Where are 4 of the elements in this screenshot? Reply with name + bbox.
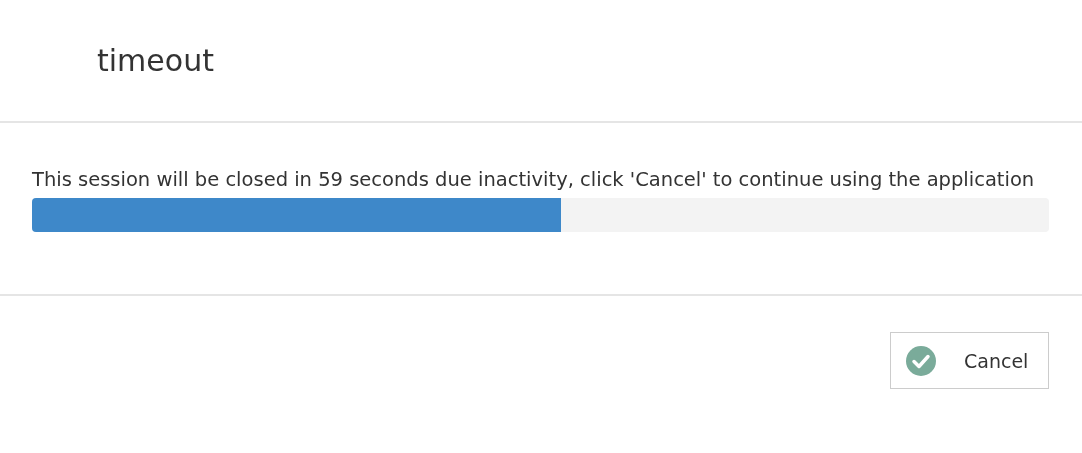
timeout-message: This session will be closed in 59 seconds due inactivity, click 'Cancel' to continue using the application <box>32 167 1036 193</box>
cancel-button[interactable]: Cancel <box>890 332 1049 389</box>
dialog-title: timeout <box>97 43 214 78</box>
check-icon <box>906 345 936 376</box>
